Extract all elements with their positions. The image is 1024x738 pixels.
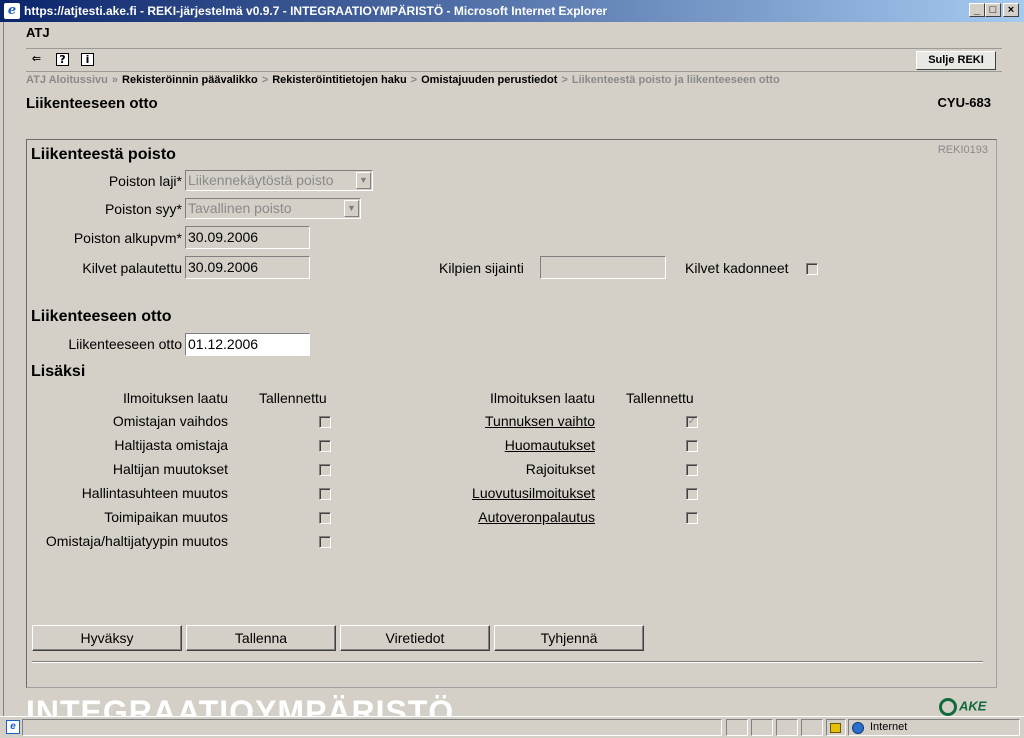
- removal-type-label: Poiston laji*: [108, 173, 182, 189]
- plates-location-label: Kilpien sijainti: [439, 260, 524, 276]
- notice-possession-change-checkbox[interactable]: [319, 488, 331, 500]
- notice-plate-change-checkbox[interactable]: ✓: [686, 416, 698, 428]
- logo-text: AKE: [959, 698, 987, 714]
- close-reki-button[interactable]: Sulje REKI: [916, 51, 996, 70]
- entry-date-label: Liikenteeseen otto: [68, 336, 182, 352]
- notice-owner-change-label: Omistajan vaihdos: [112, 413, 228, 429]
- notice-holder-to-owner-checkbox[interactable]: [319, 440, 331, 452]
- notice-tax-refund-link[interactable]: Autoveronpalautus: [478, 509, 595, 525]
- extras-heading: Lisäksi: [31, 363, 86, 380]
- status-bar: e Internet: [0, 716, 1024, 738]
- removal-start-field[interactable]: 30.09.2006: [185, 226, 310, 249]
- removal-heading: Liikenteestä poisto: [31, 146, 176, 163]
- lock-cell: [826, 719, 846, 736]
- lock-icon[interactable]: [830, 723, 841, 733]
- notice-holder-changes-label: Haltijan muutokset: [112, 461, 228, 477]
- notice-tax-refund-checkbox[interactable]: [686, 512, 698, 524]
- removal-reason-select[interactable]: Tavallinen poisto ▼: [185, 198, 361, 219]
- browser-content: ATJ ⇐ ? i Sulje REKI ATJ Aloitussivu» Rek…: [3, 22, 1021, 716]
- removal-reason-value: Tavallinen poisto: [188, 200, 292, 216]
- globe-icon: [852, 722, 864, 734]
- page-title: Liikenteeseen otto: [26, 95, 158, 112]
- notice-plate-change-link[interactable]: Tunnuksen vaihto: [485, 413, 595, 429]
- extras-left-type-header: Ilmoituksen laatu: [122, 390, 228, 406]
- notice-owner-type-change-label: Omistaja/haltijatyypin muutos: [45, 533, 228, 549]
- plates-lost-checkbox[interactable]: [806, 263, 818, 275]
- notice-remarks-checkbox[interactable]: [686, 440, 698, 452]
- status-text-cell: [22, 719, 722, 736]
- form-panel: REKI0193 Liikenteestä poisto Poiston laj…: [26, 139, 997, 688]
- notice-holder-to-owner-label: Haltijasta omistaja: [114, 437, 228, 453]
- maximize-button[interactable]: □: [985, 3, 1001, 17]
- removal-type-select[interactable]: Liikennekäytöstä poisto ▼: [185, 170, 373, 191]
- status-cell: [801, 719, 823, 736]
- notice-office-change-label: Toimipaikan muutos: [104, 509, 228, 525]
- chevron-down-icon[interactable]: ▼: [356, 172, 371, 189]
- page-code: CYU-683: [937, 95, 991, 110]
- environment-banner: INTEGRAATIOYMPÄRISTÖ: [26, 694, 455, 716]
- notice-restrictions-checkbox[interactable]: [686, 464, 698, 476]
- breadcrumb-separator: >: [261, 74, 269, 86]
- removal-start-label: Poiston alkupvm*: [73, 230, 182, 246]
- back-arrow-icon[interactable]: ⇐: [30, 53, 43, 66]
- toolbar-divider-bottom: [26, 71, 1002, 72]
- notice-possession-change-label: Hallintasuhteen muutos: [81, 485, 228, 501]
- help-icon[interactable]: ?: [56, 53, 69, 66]
- breadcrumb-item-main-menu[interactable]: Rekisteröinnin päävalikko: [122, 74, 258, 86]
- breadcrumb-item-current: Liikenteestä poisto ja liikenteeseen ott…: [571, 74, 780, 86]
- page-icon: e: [6, 720, 20, 734]
- breadcrumb: ATJ Aloitussivu» Rekisteröinnin päävalikk…: [26, 74, 780, 86]
- form-code: REKI0193: [937, 144, 988, 156]
- breadcrumb-separator: >: [561, 74, 568, 86]
- window-title: https://atjtesti.ake.fi - REKI-järjestel…: [24, 4, 608, 18]
- chevron-down-icon[interactable]: ▼: [344, 200, 359, 217]
- toolbar-divider: [26, 48, 1002, 49]
- status-cell: [776, 719, 798, 736]
- window-title-bar: e https://atjtesti.ake.fi - REKI-järjest…: [0, 0, 1024, 22]
- form-divider: [32, 661, 983, 663]
- app-name: ATJ: [26, 25, 50, 40]
- internet-explorer-icon: e: [4, 3, 20, 19]
- extras-right-type-header: Ilmoituksen laatu: [489, 390, 595, 406]
- notice-restrictions-label: Rajoitukset: [525, 461, 595, 477]
- notice-remarks-link[interactable]: Huomautukset: [505, 437, 595, 453]
- removal-type-value: Liikennekäytöstä poisto: [188, 172, 334, 188]
- info-icon[interactable]: i: [81, 53, 94, 66]
- zone-label: Internet: [870, 721, 908, 733]
- removal-reason-label: Poiston syy*: [104, 201, 182, 217]
- zone-cell: Internet: [848, 719, 1020, 736]
- breadcrumb-item-search[interactable]: Rekisteröintitietojen haku: [272, 74, 406, 86]
- breadcrumb-item-ownership[interactable]: Omistajuuden perustiedot: [421, 74, 557, 86]
- logo-ring-icon: [939, 698, 957, 716]
- breadcrumb-item-home[interactable]: ATJ Aloitussivu: [26, 74, 108, 86]
- notice-transfer-checkbox[interactable]: [686, 488, 698, 500]
- accept-button[interactable]: Hyväksy: [32, 625, 182, 651]
- extras-left-saved-header: Tallennettu: [259, 390, 327, 406]
- minimize-button[interactable]: _: [969, 3, 985, 17]
- official-info-button[interactable]: Viretiedot: [340, 625, 490, 651]
- notice-holder-changes-checkbox[interactable]: [319, 464, 331, 476]
- notice-owner-type-change-checkbox[interactable]: [319, 536, 331, 548]
- status-cell: [751, 719, 773, 736]
- notice-office-change-checkbox[interactable]: [319, 512, 331, 524]
- notice-transfer-link[interactable]: Luovutusilmoitukset: [472, 485, 595, 501]
- status-cell: [726, 719, 748, 736]
- save-button[interactable]: Tallenna: [186, 625, 336, 651]
- notice-owner-change-checkbox[interactable]: [319, 416, 331, 428]
- extras-right-saved-header: Tallennettu: [626, 390, 694, 406]
- plates-returned-field[interactable]: 30.09.2006: [185, 256, 310, 279]
- plates-returned-label: Kilvet palautettu: [82, 260, 182, 276]
- plates-lost-label: Kilvet kadonneet: [685, 260, 789, 276]
- clear-button[interactable]: Tyhjennä: [494, 625, 644, 651]
- breadcrumb-separator: »: [111, 74, 119, 86]
- plates-location-field[interactable]: [540, 256, 666, 279]
- entry-heading: Liikenteeseen otto: [31, 308, 172, 325]
- entry-date-input[interactable]: 01.12.2006: [185, 333, 310, 356]
- close-window-button[interactable]: ×: [1003, 3, 1019, 17]
- breadcrumb-separator: >: [410, 74, 418, 86]
- ake-logo: AKE: [939, 698, 986, 716]
